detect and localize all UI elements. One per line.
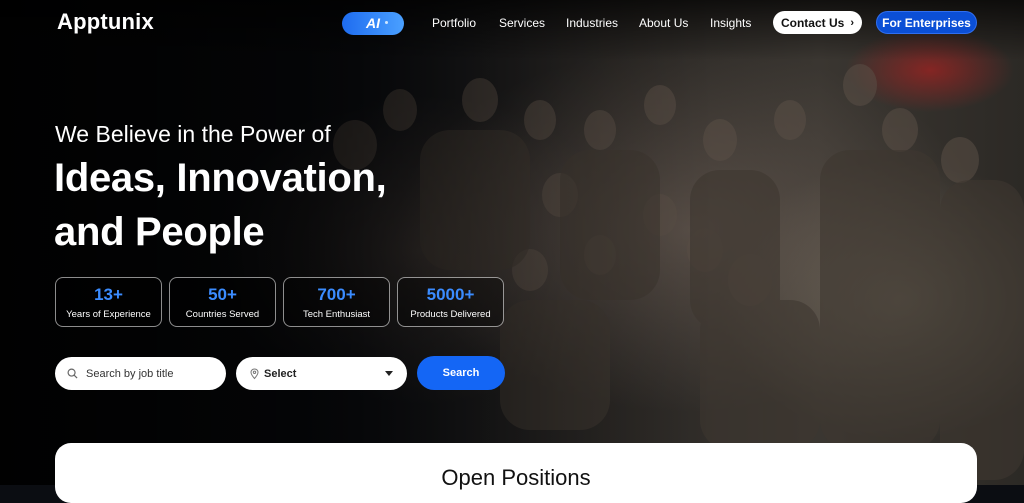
- stat-card-countries: 50+ Countries Served: [169, 277, 276, 327]
- stat-card-products: 5000+ Products Delivered: [397, 277, 504, 327]
- stat-label: Countries Served: [185, 309, 260, 320]
- search-button[interactable]: Search: [417, 356, 505, 390]
- contact-us-label: Contact Us: [780, 15, 845, 30]
- hero-subtitle: We Believe in the Power of: [55, 121, 331, 147]
- stat-card-tech: 700+ Tech Enthusiast: [283, 277, 390, 327]
- nav-portfolio[interactable]: Portfolio: [432, 16, 476, 30]
- select-value: Select: [264, 367, 297, 380]
- stat-label: Products Delivered: [410, 309, 491, 320]
- stat-value: 5000+: [426, 285, 475, 304]
- nav-services[interactable]: Services: [499, 16, 545, 30]
- chevron-right-icon: ›: [850, 16, 854, 29]
- job-search-field[interactable]: [55, 357, 226, 390]
- search-icon: [67, 368, 78, 379]
- contact-us-button[interactable]: Contact Us ›: [773, 11, 862, 34]
- hero-title-line1: Ideas, Innovation,: [54, 156, 387, 200]
- hero-title-line2: and People: [54, 210, 265, 254]
- logo-text: Apptunix: [57, 9, 154, 34]
- main-nav: AI: [342, 11, 404, 35]
- section-title: Open Positions: [441, 465, 591, 490]
- stat-value: 50+: [208, 285, 237, 304]
- for-enterprises-label: For Enterprises: [882, 15, 971, 30]
- caret-down-icon: [385, 371, 393, 376]
- ai-label: AI: [366, 15, 380, 31]
- stat-label: Tech Enthusiast: [302, 309, 371, 320]
- stat-value: 700+: [317, 285, 356, 304]
- location-select[interactable]: Select: [236, 357, 407, 390]
- location-pin-icon: [250, 367, 259, 379]
- stat-card-experience: 13+ Years of Experience: [55, 277, 162, 327]
- search-button-label: Search: [442, 367, 480, 379]
- nav-insights[interactable]: Insights: [710, 16, 751, 30]
- sparkle-icon: [385, 20, 388, 24]
- nav-about-us[interactable]: About Us: [639, 16, 688, 30]
- stat-label: Years of Experience: [66, 309, 151, 320]
- apptunix-logo[interactable]: Apptunix: [57, 9, 154, 35]
- job-search-input[interactable]: [84, 366, 218, 381]
- ai-button[interactable]: AI: [342, 11, 404, 35]
- open-positions-card: Open Positions: [55, 443, 977, 503]
- nav-industries[interactable]: Industries: [566, 16, 618, 30]
- stat-value: 13+: [94, 285, 123, 304]
- for-enterprises-button[interactable]: For Enterprises: [876, 11, 977, 34]
